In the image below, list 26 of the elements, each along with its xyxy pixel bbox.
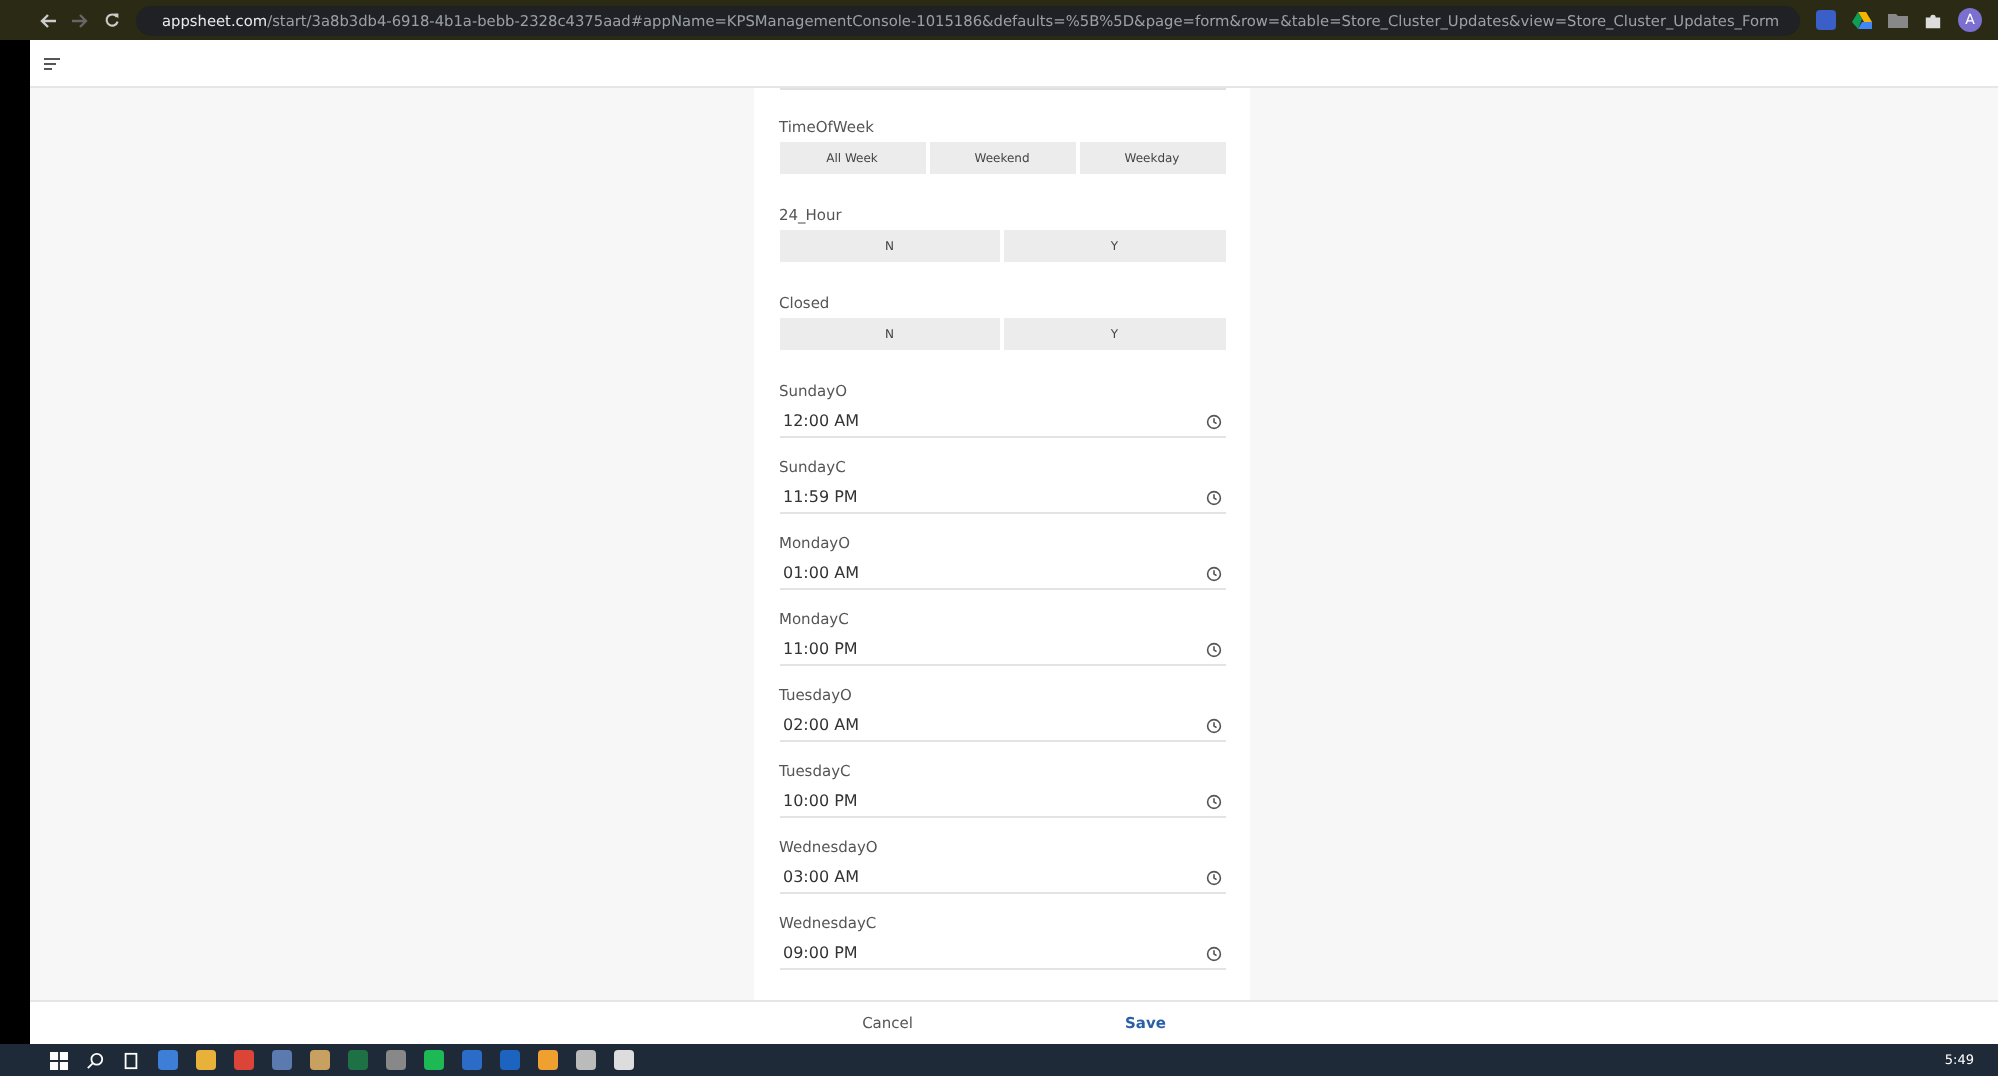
time-field[interactable]: 11:59 PM — [779, 482, 1225, 514]
clock-icon[interactable] — [1205, 793, 1221, 809]
time-field[interactable]: 01:00 AM — [779, 558, 1225, 590]
windows-icon[interactable] — [50, 1051, 68, 1069]
menu-icon[interactable] — [44, 57, 60, 69]
clock-icon[interactable] — [1205, 869, 1221, 885]
app-icon[interactable] — [158, 1050, 178, 1070]
forward-icon[interactable] — [72, 13, 88, 27]
clock-icon[interactable] — [1205, 945, 1221, 961]
back-icon[interactable] — [40, 13, 56, 27]
time-field[interactable]: 10:00 PM — [779, 786, 1225, 818]
drive-icon[interactable] — [1852, 11, 1872, 29]
task-view-icon[interactable] — [122, 1051, 140, 1069]
reload-icon[interactable] — [104, 12, 120, 28]
app-icon[interactable] — [386, 1050, 406, 1070]
clock-icon[interactable] — [1205, 641, 1221, 657]
clock-icon[interactable] — [1205, 413, 1221, 429]
time-field[interactable]: 11:00 PM — [779, 634, 1225, 666]
search-icon[interactable] — [86, 1051, 104, 1069]
time-field[interactable]: 12:00 AM — [779, 406, 1225, 438]
clock-icon[interactable] — [1205, 717, 1221, 733]
time-field[interactable]: 09:00 PM — [779, 938, 1225, 970]
time-field[interactable]: 03:00 AM — [779, 862, 1225, 894]
clock-icon[interactable] — [1205, 565, 1221, 581]
time-field[interactable]: 02:00 AM — [779, 710, 1225, 742]
clock-icon[interactable] — [1205, 489, 1221, 505]
